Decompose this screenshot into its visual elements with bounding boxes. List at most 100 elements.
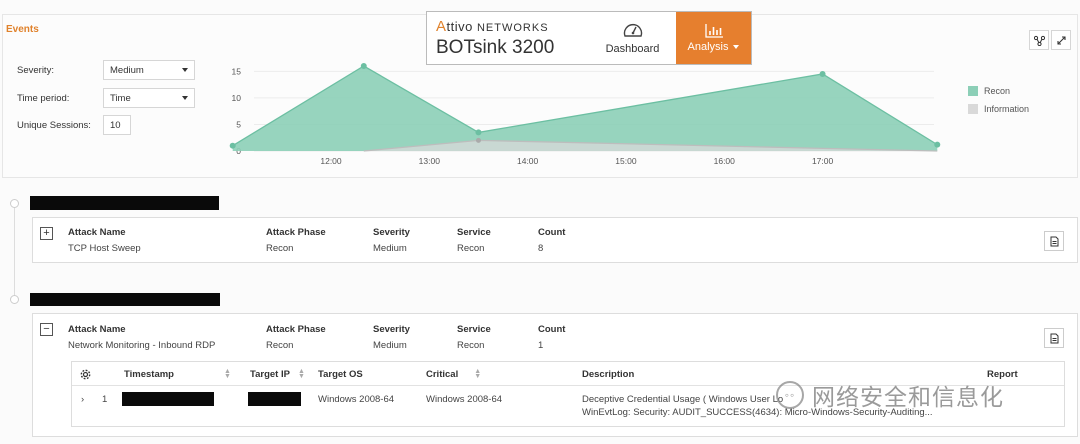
timeline-line [14, 202, 15, 302]
data-point-information [475, 137, 481, 143]
row-index: 1 [102, 394, 108, 405]
attack-phase-value: Recon [266, 243, 294, 254]
count-value: 1 [538, 340, 544, 351]
gear-icon [80, 369, 91, 380]
attack-phase-value: Recon [266, 340, 294, 351]
events-chart: 15105012:0013:0014:0015:0016:0017:00 [222, 48, 942, 172]
attack-phase-col: Attack Phase Recon [266, 227, 326, 254]
description-line1: Deceptive Credential Usage ( Windows Use… [582, 394, 784, 405]
attack-name-header: Attack Name [68, 227, 126, 238]
column-description[interactable]: Description [582, 369, 634, 380]
legend-swatch-recon [968, 86, 978, 96]
chevron-right-icon[interactable]: › [81, 394, 84, 405]
time-period-value: Time [110, 92, 131, 104]
redacted-ip-cell [248, 392, 301, 406]
time-period-select[interactable]: Time [103, 88, 195, 108]
brand-header: Attivo NETWORKS BOTsink 3200 Dashboard A… [426, 11, 752, 65]
attack-phase-header: Attack Phase [266, 227, 326, 238]
target-os-cell: Windows 2008-64 [318, 394, 395, 405]
data-point-recon [475, 129, 482, 136]
x-tick-label: 16:00 [714, 156, 736, 166]
x-tick-label: 17:00 [812, 156, 834, 166]
nav-dashboard[interactable]: Dashboard [589, 12, 676, 64]
events-title: Events [6, 24, 39, 35]
redacted-timestamp [30, 196, 219, 210]
collapse-button[interactable]: − [40, 323, 53, 336]
report-button[interactable] [1044, 328, 1064, 348]
company-logo: Attivo NETWORKS [436, 18, 549, 35]
brand-logo: Attivo NETWORKS BOTsink 3200 [427, 12, 589, 64]
attack-name-col: Attack Name TCP Host Sweep [68, 227, 141, 254]
document-icon [1050, 333, 1058, 343]
legend-swatch-information [968, 104, 978, 114]
legend-item-information[interactable]: Information [968, 104, 1029, 114]
report-button[interactable] [1044, 231, 1064, 251]
count-header: Count [538, 227, 566, 238]
data-point-recon [819, 70, 826, 77]
legend-label-information: Information [984, 104, 1030, 114]
column-target-ip[interactable]: Target IP ▲ ▼ [250, 368, 305, 380]
attack-name-col: Attack Name Network Monitoring - Inbound… [68, 324, 215, 351]
attack-name-header: Attack Name [68, 324, 126, 335]
column-timestamp[interactable]: Timestamp ▲ ▼ [124, 368, 231, 380]
attack-card: + Attack Name TCP Host Sweep Attack Phas… [32, 217, 1078, 263]
redacted-timestamp-cell [122, 392, 214, 406]
attack-phase-col: Attack Phase Recon [266, 324, 326, 351]
nav-analysis-label: Analysis [688, 41, 740, 53]
sort-icon: ▲ ▼ [223, 368, 231, 380]
events-area-chart: 15105012:0013:0014:0015:0016:0017:00 [229, 63, 941, 166]
watermark-text: 网络安全和信息化 [812, 384, 1004, 410]
severity-label: Severity: [17, 64, 54, 76]
chevron-down-icon [182, 96, 188, 100]
severity-col: Severity Medium [373, 227, 410, 254]
column-target-os[interactable]: Target OS [318, 369, 363, 380]
redacted-timestamp [30, 293, 220, 306]
chevron-down-icon [733, 45, 740, 49]
expand-button[interactable] [1051, 30, 1071, 50]
x-tick-label: 14:00 [517, 156, 539, 166]
severity-select[interactable]: Medium [103, 60, 195, 80]
speedometer-icon [623, 23, 642, 37]
critical-cell: Windows 2008-64 [426, 394, 503, 405]
severity-row: Severity: Medium [17, 60, 195, 80]
bar-chart-icon [704, 24, 723, 38]
nav-analysis[interactable]: Analysis [676, 12, 751, 64]
expand-button[interactable]: + [40, 227, 53, 240]
y-tick-label: 10 [232, 93, 242, 103]
document-icon [1050, 236, 1058, 246]
x-tick-label: 15:00 [615, 156, 637, 166]
chevron-down-icon [182, 68, 188, 72]
service-col: Service Recon [457, 227, 491, 254]
data-point-recon [934, 141, 941, 148]
watermark: ◦◦ 网络安全和信息化 [776, 378, 1004, 412]
share-button[interactable] [1029, 30, 1049, 50]
unique-sessions-row: Unique Sessions: 10 [17, 115, 131, 135]
count-col: Count 8 [538, 227, 565, 254]
time-period-label: Time period: [17, 92, 70, 104]
column-settings-button[interactable] [80, 369, 91, 380]
count-value: 8 [538, 243, 544, 254]
nav-dashboard-label: Dashboard [605, 43, 660, 55]
attack-card: − Attack Name Network Monitoring - Inbou… [32, 313, 1078, 437]
sort-icon: ▲ ▼ [297, 368, 305, 380]
data-point-recon [360, 63, 367, 69]
data-point-recon [229, 142, 236, 149]
severity-value: Medium [373, 340, 407, 351]
service-col: Service Recon [457, 324, 491, 351]
timeline-dot [10, 199, 19, 208]
time-period-row: Time period: Time [17, 88, 195, 108]
chart-legend: Recon Information [968, 86, 1029, 122]
column-critical[interactable]: Critical ▲ ▼ [426, 368, 482, 380]
severity-value: Medium [373, 243, 407, 254]
timeline-dot [10, 295, 19, 304]
service-value: Recon [457, 340, 485, 351]
share-icon [1033, 35, 1045, 46]
attack-phase-header: Attack Phase [266, 324, 326, 335]
severity-header: Severity [373, 227, 410, 238]
x-tick-label: 13:00 [419, 156, 441, 166]
legend-item-recon[interactable]: Recon [968, 86, 1029, 96]
count-col: Count 1 [538, 324, 565, 351]
sort-icon: ▲ ▼ [474, 368, 482, 380]
unique-sessions-input[interactable]: 10 [103, 115, 131, 135]
product-name: BOTsink 3200 [436, 37, 555, 58]
